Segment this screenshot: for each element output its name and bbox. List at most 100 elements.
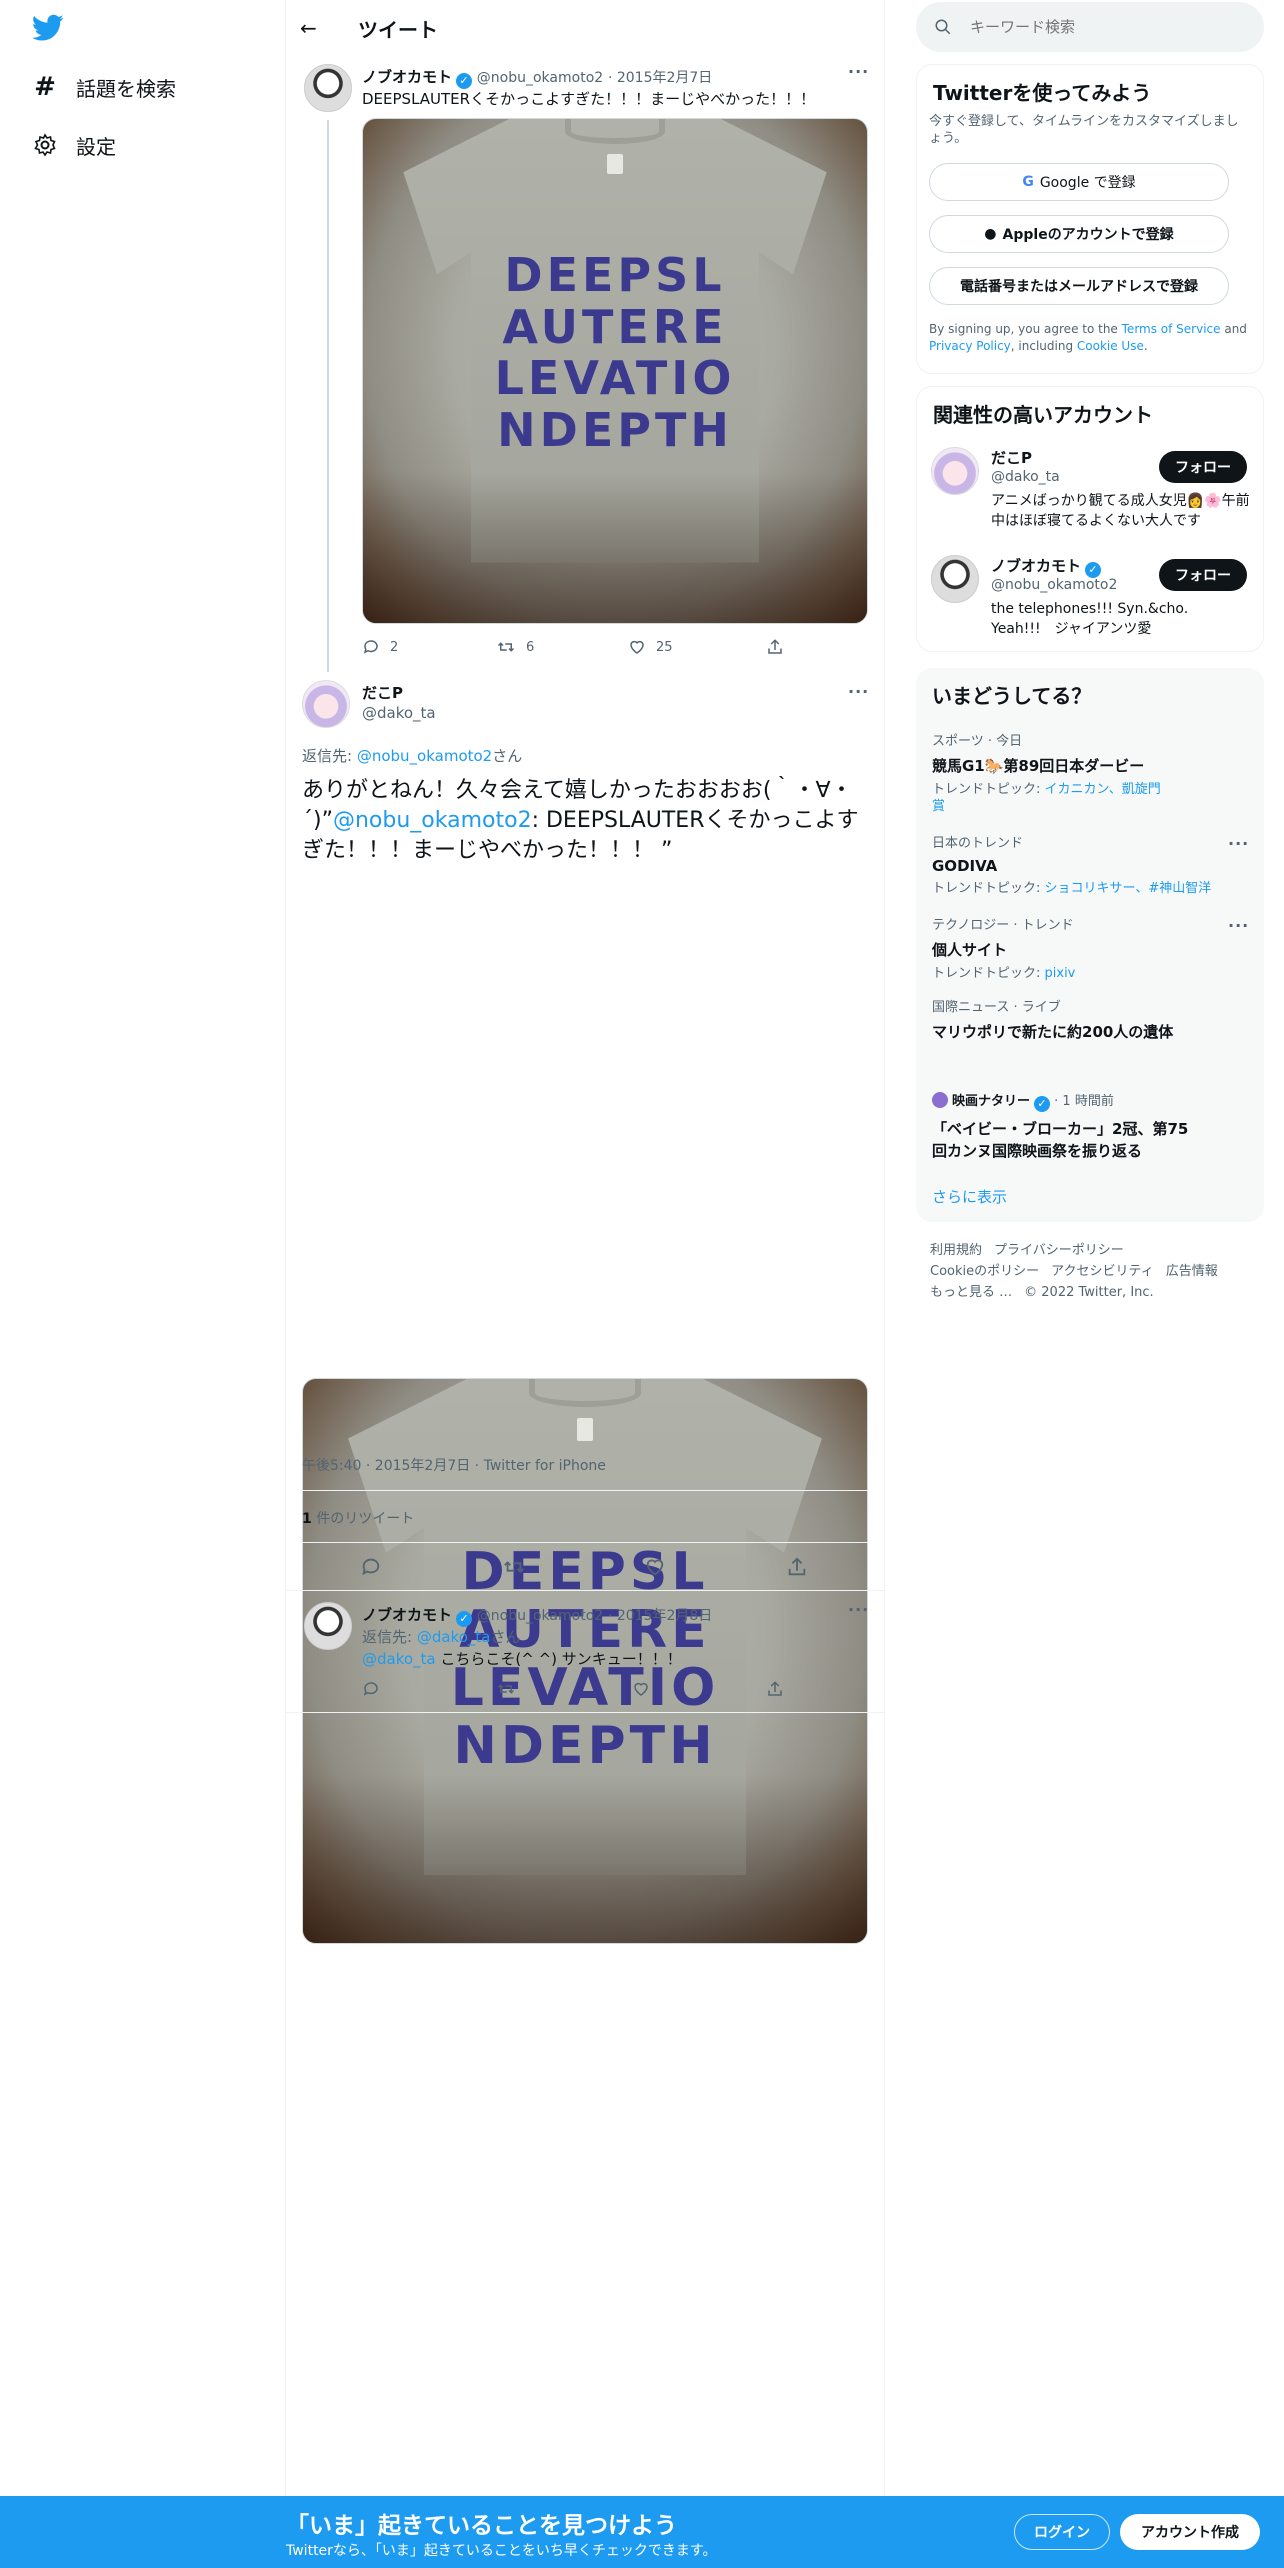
- trend-category: スポーツ · 今日: [932, 734, 1023, 749]
- reply-to-link[interactable]: @dako_ta: [417, 1628, 491, 1646]
- trend-sub-label: トレンドトピック:: [932, 881, 1045, 896]
- trend-title: 競馬G1🐎第89回日本ダービー: [932, 757, 1145, 775]
- retweet-stat-label: 件のリツイート: [311, 1511, 415, 1527]
- signup-title: Twitterを使ってみよう: [933, 81, 1152, 105]
- more-options-icon[interactable]: ···: [1228, 834, 1249, 853]
- share-button[interactable]: [766, 638, 794, 656]
- legal-text: By signing up, you agree to the: [929, 322, 1122, 336]
- retweet-icon: [497, 642, 515, 652]
- like-button[interactable]: [632, 1680, 660, 1698]
- google-signup-button[interactable]: G Google で登録: [929, 163, 1229, 201]
- trend-title: マリウポリで新たに約200人の遺体: [932, 1023, 1174, 1041]
- footer-cookie[interactable]: Cookieのポリシー: [930, 1264, 1039, 1279]
- reply-prefix: 返信先:: [302, 747, 357, 765]
- retweet-button[interactable]: [502, 1556, 536, 1578]
- legal-text: and: [1220, 322, 1247, 336]
- account-handle[interactable]: @dako_ta: [991, 469, 1060, 485]
- search-input[interactable]: [970, 18, 1250, 36]
- back-arrow-icon[interactable]: ←: [300, 16, 317, 40]
- nav-explore[interactable]: # 話題を検索: [32, 58, 176, 116]
- reply-button[interactable]: 2: [362, 638, 398, 656]
- nav-settings[interactable]: 設定: [32, 116, 116, 174]
- footer-terms[interactable]: 利用規約: [930, 1243, 982, 1258]
- twitter-logo[interactable]: [32, 14, 64, 46]
- like-button[interactable]: 25: [628, 638, 673, 656]
- retweet-button[interactable]: [496, 1680, 526, 1698]
- signup-banner: 「いま」起きていることを見つけよう Twitterなら、「いま」起きていることを…: [0, 2496, 1284, 2568]
- share-icon: [768, 1681, 782, 1696]
- trend-item[interactable]: 日本のトレンド GODIVA トレンドトピック: ショコリキサー、#神山智洋: [932, 832, 1232, 898]
- author-name[interactable]: ノブオカモト: [362, 1606, 452, 1624]
- follow-button[interactable]: フォロー: [1159, 451, 1247, 483]
- more-options-icon[interactable]: ···: [1228, 916, 1249, 935]
- avatar[interactable]: [931, 447, 979, 495]
- login-button[interactable]: ログイン: [1014, 2514, 1110, 2550]
- author-name[interactable]: だこP: [362, 682, 403, 703]
- more-options-icon[interactable]: ···: [848, 62, 869, 81]
- footer-ads[interactable]: 広告情報: [1166, 1264, 1218, 1279]
- shirt-print-line: NDEPTH: [497, 402, 733, 457]
- trend-item[interactable]: 国際ニュース · ライブ マリウポリで新たに約200人の遺体: [932, 996, 1232, 1042]
- retweet-button[interactable]: 6: [496, 638, 534, 656]
- like-count: 25: [656, 639, 673, 655]
- retweet-icon: [497, 1684, 515, 1694]
- search-box[interactable]: [916, 2, 1264, 52]
- cookie-link[interactable]: Cookie Use: [1077, 339, 1144, 353]
- tweet-meta[interactable]: 午後5:40 · 2015年2月7日 · Twitter for iPhone: [302, 1455, 606, 1475]
- footer-privacy[interactable]: プライバシーポリシー: [994, 1243, 1124, 1258]
- apple-signup-button[interactable]: ● Appleのアカウントで登録: [929, 215, 1229, 253]
- account-name[interactable]: ノブオカモト: [991, 557, 1081, 575]
- reply-to-link[interactable]: @nobu_okamoto2: [357, 747, 492, 765]
- share-button[interactable]: [786, 1556, 818, 1578]
- trend-links[interactable]: ショコリキサー、#神山智洋: [1045, 881, 1212, 896]
- tweet-image[interactable]: DEEPSL AUTERE LEVATIO NDEPTH: [362, 118, 868, 624]
- account-name[interactable]: だこP: [991, 447, 1032, 468]
- news-item[interactable]: 映画ナタリー ✓ · 1 時間前 「ベイビー・ブローカー」2冠、第75回カンヌ国際…: [932, 1090, 1192, 1162]
- news-source-icon: [932, 1092, 948, 1108]
- follow-button[interactable]: フォロー: [1159, 559, 1247, 591]
- author-name[interactable]: ノブオカモト: [362, 68, 452, 86]
- privacy-link[interactable]: Privacy Policy: [929, 339, 1011, 353]
- nav-explore-label: 話題を検索: [76, 76, 176, 101]
- show-more-link[interactable]: さらに表示: [932, 1186, 1007, 1207]
- trend-item[interactable]: スポーツ · 今日 競馬G1🐎第89回日本ダービー トレンドトピック: イカニカ…: [932, 730, 1172, 816]
- mention-link[interactable]: @dako_ta: [362, 1650, 436, 1668]
- more-options-icon[interactable]: ···: [848, 1600, 869, 1619]
- google-icon: G: [1022, 174, 1034, 190]
- heart-icon: [646, 1559, 664, 1576]
- like-button[interactable]: [644, 1556, 676, 1578]
- avatar[interactable]: [304, 1602, 352, 1650]
- nav-settings-label: 設定: [76, 134, 116, 159]
- share-icon: [788, 1557, 806, 1576]
- footer-more[interactable]: もっと見る …: [930, 1285, 1012, 1300]
- avatar[interactable]: [931, 555, 979, 603]
- footer-accessibility[interactable]: アクセシビリティ: [1051, 1264, 1154, 1279]
- phone-email-signup-button[interactable]: 電話番号またはメールアドレスで登録: [929, 267, 1229, 305]
- share-button[interactable]: [766, 1680, 794, 1698]
- mention-link[interactable]: @nobu_okamoto2: [333, 808, 532, 833]
- trend-title: GODIVA: [932, 857, 998, 875]
- related-accounts-card: 関連性の高いアカウント だこP @dako_ta フォロー アニメばっかり観てる…: [916, 386, 1264, 652]
- phone-signup-label: 電話番号またはメールアドレスで登録: [960, 279, 1198, 295]
- avatar[interactable]: [304, 64, 352, 112]
- tos-link[interactable]: Terms of Service: [1122, 322, 1221, 336]
- create-account-button[interactable]: アカウント作成: [1120, 2514, 1260, 2550]
- retweet-icon: [504, 1561, 524, 1573]
- account-handle[interactable]: @nobu_okamoto2: [991, 577, 1117, 593]
- trend-links[interactable]: pixiv: [1045, 966, 1076, 981]
- tweet-date[interactable]: · 2015年2月8日: [608, 1608, 712, 1624]
- reply-icon: [363, 1682, 378, 1696]
- more-options-icon[interactable]: ···: [848, 682, 869, 701]
- tweet-date[interactable]: · 2015年2月7日: [608, 70, 712, 86]
- author-handle[interactable]: @nobu_okamoto2: [477, 1608, 603, 1624]
- shirt-print-line: LEVATIO: [494, 351, 736, 406]
- retweet-stats[interactable]: 1 件のリツイート: [302, 1508, 414, 1528]
- avatar[interactable]: [302, 680, 350, 728]
- reply-button[interactable]: [360, 1556, 392, 1578]
- footer-copyright: © 2022 Twitter, Inc.: [1024, 1285, 1154, 1300]
- trend-item[interactable]: テクノロジー · トレンド 個人サイト トレンドトピック: pixiv: [932, 914, 1232, 983]
- heart-icon: [630, 640, 644, 654]
- reply-button[interactable]: [362, 1680, 390, 1698]
- author-handle[interactable]: @nobu_okamoto2: [477, 70, 603, 86]
- author-handle[interactable]: @dako_ta: [362, 704, 436, 722]
